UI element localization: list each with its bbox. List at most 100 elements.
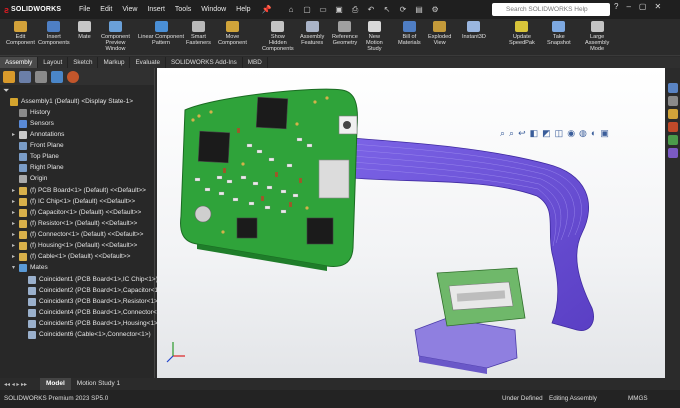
appearances-icon[interactable] [667,148,678,158]
print-icon[interactable]: ⎙ [350,5,361,15]
maximize-icon[interactable]: ▢ [639,2,647,11]
tab-evaluate[interactable]: Evaluate [130,57,166,68]
file-explorer-icon[interactable] [667,122,678,132]
tree-item[interactable]: Coincident1 (PCB Board<1>,IC Chip<1>) [21,274,158,285]
expand-toggle-icon[interactable]: ▸ [12,253,17,260]
tree-item[interactable]: Coincident3 (PCB Board<1>,Resistor<1>) [21,296,160,307]
expand-toggle-icon[interactable]: ▸ [12,220,17,227]
file-properties-icon[interactable]: ▤ [414,5,425,15]
menu-window[interactable]: Window [196,6,231,13]
exploded-view-button[interactable]: Exploded View [428,21,451,46]
tree-item[interactable]: Coincident2 (PCB Board<1>,Capacitor<1>) [21,285,164,296]
tree-filter[interactable]: ⏷ [0,85,154,96]
expand-toggle-icon[interactable]: ▸ [12,198,17,205]
expand-toggle-icon[interactable]: ▾ [12,264,17,271]
instant3d-button[interactable]: Instant3D [462,21,486,40]
snapshot-button[interactable]: Take Snapshot [547,21,571,46]
tree-item[interactable]: Coincident5 (PCB Board<1>,Housing<1>) [21,318,160,329]
close-icon[interactable]: ✕ [654,2,661,11]
menu-help[interactable]: Help [231,6,255,13]
pin-icon[interactable]: 📌 [262,5,272,14]
rebuild-icon[interactable]: ⟳ [398,5,409,15]
board-connector[interactable] [436,267,526,327]
expand-toggle-icon[interactable]: ▸ [12,187,17,194]
options-icon[interactable]: ⚙ [430,5,441,15]
tree-item[interactable]: History [12,107,50,118]
menu-view[interactable]: View [117,6,142,13]
expand-toggle-icon[interactable]: ▸ [12,209,17,216]
assembly-features-button[interactable]: Assembly Features [300,21,324,46]
motion-study-button[interactable]: New Motion Study [366,21,383,52]
help-search-input[interactable]: Search SOLIDWORKS Help [492,3,610,16]
tree-item[interactable]: Front Plane [12,140,64,151]
new-document-icon[interactable]: ▢ [302,5,313,15]
speedpak-button[interactable]: Update SpeedPak [509,21,535,46]
tree-item[interactable]: ▸ (f) Capacitor<1> (Default) <<Default>> [12,207,141,218]
home-tab-icon[interactable] [667,83,678,93]
tab-markup[interactable]: Markup [98,57,131,68]
section-view-icon[interactable]: ◧ [530,128,539,139]
tab-mbd[interactable]: MBD [243,57,268,68]
menu-file[interactable]: File [74,6,95,13]
menu-tools[interactable]: Tools [170,6,196,13]
large-assembly-button[interactable]: Large Assembly Mode [585,21,609,52]
ic-chip[interactable] [197,130,231,164]
view-settings-icon[interactable]: ▣ [600,128,609,139]
design-library-icon[interactable] [667,109,678,119]
solidworks-logo[interactable]: ƨ SOLIDWORKS [4,5,66,15]
hide-show-items-icon[interactable]: ◉ [567,128,575,139]
edit-component-button[interactable]: Edit Component [6,21,35,46]
move-component-button[interactable]: Move Component [218,21,247,46]
unit-system[interactable]: MMGS [628,395,648,402]
home-icon[interactable]: ⌂ [286,5,297,15]
zoom-area-icon[interactable]: ⌕ [509,128,514,139]
menu-insert[interactable]: Insert [142,6,170,13]
show-hidden-button[interactable]: Show Hidden Components [262,21,294,52]
tab-model[interactable]: Model [40,378,71,390]
tree-item[interactable]: Sensors [12,118,54,129]
capacitor-can[interactable] [318,159,350,199]
preview-window-button[interactable]: Component Preview Window [101,21,130,52]
bom-button[interactable]: Bill of Materials [398,21,421,46]
tree-item[interactable]: ▸ (f) Cable<1> (Default) <<Default>> [12,251,130,262]
save-icon[interactable]: ▣ [334,5,345,15]
insert-components-button[interactable]: Insert Components [38,21,70,46]
view-orientation-icon[interactable]: ◩ [542,128,551,139]
tab-addins[interactable]: SOLIDWORKS Add-Ins [166,57,243,68]
edit-appearance-icon[interactable]: ◍ [579,128,587,139]
resources-tab-icon[interactable] [667,96,678,106]
tree-item[interactable]: Coincident4 (PCB Board<1>,Connector<1>) [21,307,166,318]
pcb-board[interactable] [180,88,358,271]
tree-item[interactable]: ▸ (f) Resistor<1> (Default) <<Default>> [12,218,137,229]
help-icon[interactable]: ? [614,2,618,11]
ic-chip-small[interactable] [306,217,334,245]
apply-scene-icon[interactable]: ◐ [591,128,596,138]
tree-item[interactable]: Top Plane [12,151,59,162]
tab-sketch[interactable]: Sketch [68,57,99,68]
smart-fasteners-button[interactable]: Smart Fasteners [186,21,211,46]
tab-scroll-icons[interactable]: ◂◂ ◂ ▸ ▸▸ [4,381,40,388]
tab-layout[interactable]: Layout [38,57,69,68]
select-icon[interactable]: ↖ [382,5,393,15]
tree-item[interactable]: ▸ Annotations [12,129,64,140]
tab-assembly[interactable]: Assembly [0,57,39,68]
linear-pattern-button[interactable]: Linear Component Pattern [138,21,184,46]
menu-edit[interactable]: Edit [95,6,117,13]
previous-view-icon[interactable]: ↩ [518,128,526,139]
undo-icon[interactable]: ↶ [366,5,377,15]
tab-motion-study[interactable]: Motion Study 1 [71,378,126,390]
graphics-area[interactable]: ⌕ ⌕ ↩ ◧ ◩ ◫ ◉ ◍ ◐ ▣ [157,68,665,378]
ic-chip-main[interactable] [255,96,289,130]
zoom-to-fit-icon[interactable]: ⌕ [500,128,505,139]
reference-geometry-button[interactable]: Reference Geometry [332,21,358,46]
view-palette-icon[interactable] [667,135,678,145]
property-manager-tab-icon[interactable] [19,70,31,83]
expand-toggle-icon[interactable]: ▸ [12,131,17,138]
open-icon[interactable]: ▭ [318,5,329,15]
mate-button[interactable]: Mate [78,21,91,40]
connector-housing[interactable] [414,317,518,374]
filter-icon[interactable]: ⏷ [3,86,9,96]
crystal-oscillator[interactable] [194,205,212,223]
display-manager-tab-icon[interactable] [67,70,79,83]
minimize-icon[interactable]: – [626,2,630,11]
